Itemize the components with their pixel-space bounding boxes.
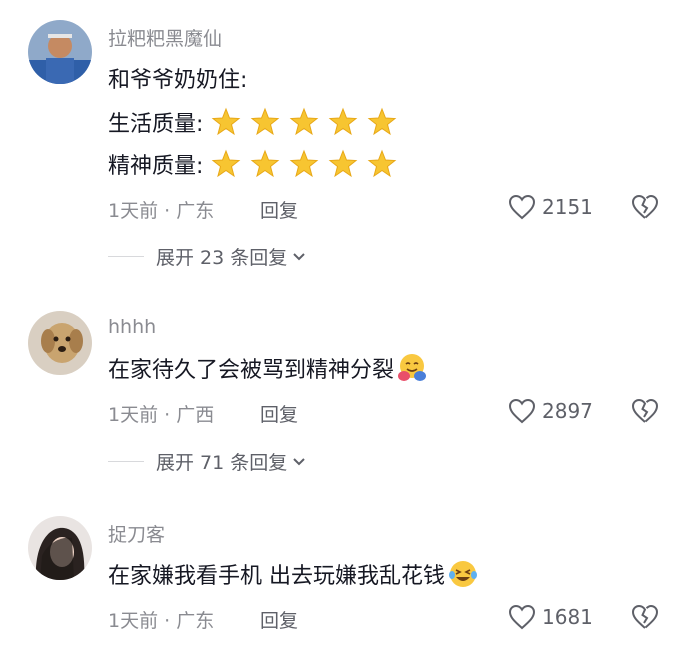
comment-username[interactable]: 捉刀客 xyxy=(108,520,165,547)
comment-text: 和爷爷奶奶住: xyxy=(108,68,248,93)
comment-text-line: 在家待久了会被骂到精神分裂 xyxy=(108,352,428,384)
expand-replies-label: 展开 71 条回复 xyxy=(156,452,288,474)
avatar[interactable] xyxy=(28,20,92,84)
comment-text-line: 生活质量: xyxy=(108,106,397,138)
comment-time-location: 1天前 · 广东 xyxy=(108,200,215,222)
comment-text: 生活质量: xyxy=(108,112,204,137)
heart-icon xyxy=(508,604,536,630)
chevron-down-icon xyxy=(293,252,305,260)
star-icon xyxy=(251,107,280,136)
star-icon xyxy=(212,149,241,178)
comment-text: 精神质量: xyxy=(108,154,204,179)
comment-username[interactable]: 拉粑粑黑魔仙 xyxy=(108,24,222,51)
hugging-face-emoji-icon xyxy=(398,354,427,381)
comment-username[interactable]: hhhh xyxy=(108,316,156,338)
heart-icon xyxy=(508,398,536,424)
reply-button[interactable]: 回复 xyxy=(260,606,298,633)
like-button[interactable]: 2897 xyxy=(508,398,593,424)
heart-icon xyxy=(508,194,536,220)
reply-button[interactable]: 回复 xyxy=(260,196,298,223)
reply-button[interactable]: 回复 xyxy=(260,400,298,427)
comment-text: 在家嫌我看手机 出去玩嫌我乱花钱 xyxy=(108,564,445,589)
like-count: 2897 xyxy=(542,399,593,423)
like-count: 2151 xyxy=(542,195,593,219)
star-icon xyxy=(329,107,358,136)
star-icon xyxy=(290,149,319,178)
broken-heart-icon xyxy=(631,194,659,219)
comment-text-line: 和爷爷奶奶住: xyxy=(108,62,247,94)
star-icon xyxy=(290,107,319,136)
expand-replies-label: 展开 23 条回复 xyxy=(156,247,288,269)
divider xyxy=(108,461,144,462)
star-icon xyxy=(368,107,397,136)
broken-heart-icon xyxy=(631,398,659,423)
like-button[interactable]: 2151 xyxy=(508,194,593,220)
comment-time-location: 1天前 · 广西 xyxy=(108,404,215,426)
expand-replies-button[interactable]: 展开 71 条回复 xyxy=(108,448,307,475)
comment-text-line: 精神质量: xyxy=(108,148,397,180)
divider xyxy=(108,256,144,257)
dislike-button[interactable] xyxy=(630,604,660,634)
expand-replies-button[interactable]: 展开 23 条回复 xyxy=(108,243,307,270)
broken-heart-icon xyxy=(631,604,659,629)
star-icon xyxy=(212,107,241,136)
star-rating xyxy=(211,149,397,179)
comment-time-location: 1天前 · 广东 xyxy=(108,610,215,632)
star-icon xyxy=(251,149,280,178)
dislike-button[interactable] xyxy=(630,398,660,428)
star-icon xyxy=(368,149,397,178)
comment-text: 在家待久了会被骂到精神分裂 xyxy=(108,358,395,383)
laughing-tears-emoji-icon xyxy=(449,561,477,587)
avatar[interactable] xyxy=(28,311,92,375)
star-icon xyxy=(329,149,358,178)
star-rating xyxy=(211,107,397,137)
dislike-button[interactable] xyxy=(630,194,660,224)
chevron-down-icon xyxy=(293,457,305,465)
avatar[interactable] xyxy=(28,516,92,580)
comment-text-line: 在家嫌我看手机 出去玩嫌我乱花钱 xyxy=(108,558,479,590)
like-button[interactable]: 1681 xyxy=(508,604,593,630)
like-count: 1681 xyxy=(542,605,593,629)
